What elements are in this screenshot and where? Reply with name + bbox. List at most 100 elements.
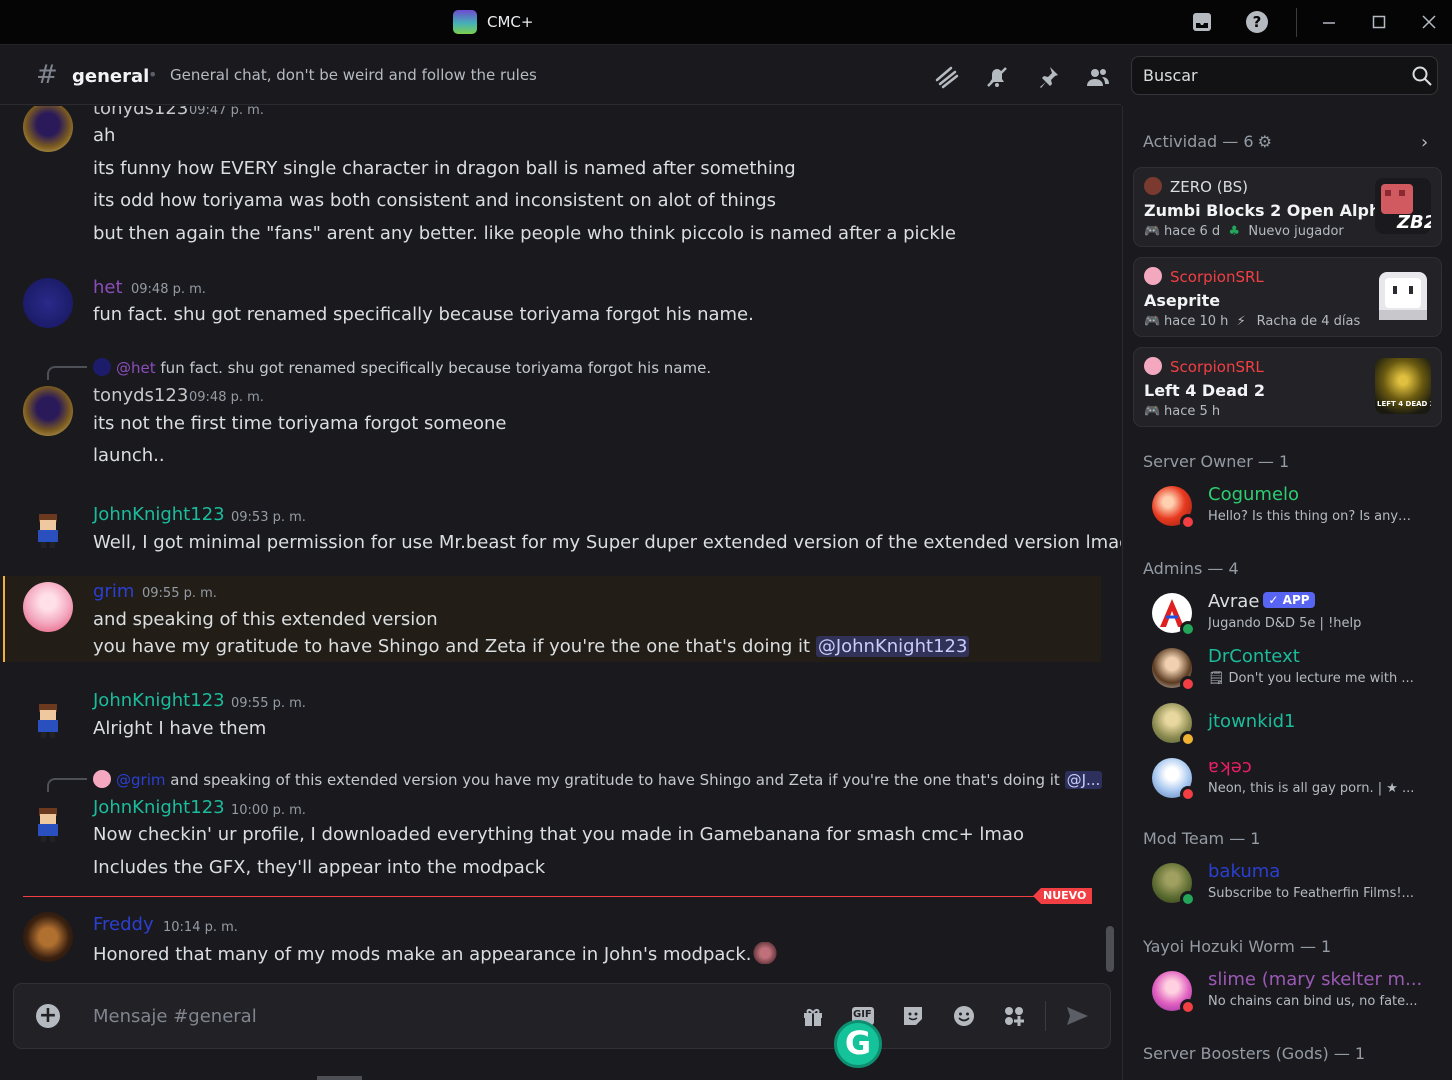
- message-text: its odd how toriyama was both consistent…: [93, 190, 777, 211]
- user-mention[interactable]: @JohnKnight123: [815, 636, 970, 657]
- sticker-icon[interactable]: [899, 1002, 927, 1030]
- search-input[interactable]: [1132, 57, 1402, 94]
- member-sidebar: Actividad — 6 ⚙ › ZERO (BS) Zumbi Blocks …: [1122, 106, 1452, 1080]
- member-item[interactable]: Avrae ✓ APP Jugando D&D 5e | !help: [1133, 587, 1443, 639]
- message-author[interactable]: tonyds123: [93, 106, 188, 119]
- reply-preview[interactable]: @grim and speaking of this extended vers…: [93, 770, 1103, 789]
- message-text: launch..: [93, 445, 165, 466]
- member-item[interactable]: bakuma Subscribe to Featherfin Films!...: [1133, 857, 1443, 909]
- message-author[interactable]: het: [93, 277, 123, 298]
- activity-user[interactable]: ScorpionSRL: [1144, 267, 1264, 286]
- message-text: Now checkin' ur profile, I downloaded ev…: [93, 824, 1024, 845]
- activity-card[interactable]: ScorpionSRL Left 4 Dead 2 🎮 hace 5 h LEFT…: [1133, 347, 1442, 427]
- chevron-right-icon[interactable]: ›: [1421, 132, 1428, 153]
- app-logo-icon: [453, 10, 477, 34]
- avatar[interactable]: [23, 278, 73, 328]
- message-timestamp: 09:55 p. m.: [231, 696, 306, 711]
- send-icon[interactable]: [1063, 1002, 1091, 1030]
- activity-time: hace 6 d: [1164, 224, 1221, 239]
- new-messages-divider: [23, 896, 1083, 897]
- search-icon[interactable]: [1412, 66, 1432, 86]
- game-thumbnail-label: ZB2: [1397, 212, 1431, 233]
- gear-icon[interactable]: ⚙: [1258, 132, 1272, 151]
- reply-mention[interactable]: @J...: [1064, 771, 1103, 789]
- dnd-status-icon: [1180, 999, 1196, 1015]
- minimize-icon[interactable]: [1316, 9, 1342, 35]
- game-thumbnail: ZB2: [1375, 178, 1431, 234]
- message-text: but then again the "fans" arent any bett…: [93, 223, 956, 244]
- activity-card[interactable]: ScorpionSRL Aseprite 🎮 hace 10 h ⚡ Racha d…: [1133, 257, 1442, 337]
- avatar[interactable]: [23, 106, 73, 152]
- avatar[interactable]: [23, 798, 73, 848]
- message-author[interactable]: JohnKnight123: [93, 504, 225, 525]
- member-name: Avrae ✓ APP: [1208, 591, 1315, 612]
- message-author[interactable]: Freddy: [93, 914, 154, 935]
- activity-user[interactable]: ZERO (BS): [1144, 177, 1248, 196]
- member-name: jtownkid1: [1208, 711, 1296, 732]
- role-header: Admins — 4: [1143, 559, 1239, 578]
- emoji-icon[interactable]: [950, 1002, 978, 1030]
- activity-time: hace 10 h: [1164, 314, 1229, 329]
- reply-preview[interactable]: @het fun fact. shu got renamed specifica…: [93, 358, 711, 377]
- online-status-icon: [1180, 621, 1196, 637]
- message-text-part: you have my gratitude to have Shingo and…: [93, 636, 811, 657]
- inbox-icon[interactable]: [1189, 9, 1215, 35]
- pinned-messages-icon[interactable]: [1035, 64, 1061, 90]
- message-text: Includes the GFX, they'll appear into th…: [93, 857, 546, 878]
- reply-author[interactable]: @grim: [116, 771, 165, 789]
- new-player-icon: ♣: [1228, 224, 1241, 239]
- reply-author[interactable]: @het: [116, 359, 156, 377]
- search-box[interactable]: [1131, 56, 1438, 95]
- threads-icon[interactable]: [934, 64, 960, 90]
- app-badge: ✓ APP: [1263, 592, 1315, 608]
- message-author[interactable]: JohnKnight123: [93, 797, 225, 818]
- avatar[interactable]: [23, 582, 73, 632]
- member-item[interactable]: DrContext 🗒 Don't you lecture me with ...: [1133, 642, 1443, 694]
- notification-muted-icon[interactable]: [984, 64, 1010, 90]
- gift-icon[interactable]: [799, 1002, 827, 1030]
- message-timestamp: 09:48 p. m.: [189, 390, 264, 405]
- maximize-icon[interactable]: [1366, 9, 1392, 35]
- channel-topic[interactable]: General chat, don't be weird and follow …: [170, 66, 537, 84]
- activity-header[interactable]: Actividad — 6 ⚙: [1143, 132, 1272, 151]
- avatar[interactable]: [23, 504, 73, 554]
- attach-plus-button[interactable]: +: [36, 1004, 60, 1028]
- member-item[interactable]: Cogumelo Hello? Is this thing on? Is any…: [1133, 480, 1443, 532]
- title-bar: CMC+ ?: [0, 0, 1452, 45]
- activity-card[interactable]: ZERO (BS) Zumbi Blocks 2 Open Alpha 🎮 hac…: [1133, 167, 1442, 247]
- member-item[interactable]: jtownkid1: [1133, 697, 1443, 749]
- activity-time: hace 5 h: [1164, 404, 1221, 419]
- member-item[interactable]: slime (mary skelter m... No chains can b…: [1133, 965, 1443, 1017]
- discord-window: CMC+ ? # general • General chat, don't b…: [0, 0, 1452, 1080]
- message-text: Well, I got minimal permission for use M…: [93, 532, 1121, 553]
- avatar[interactable]: [23, 694, 73, 744]
- message-scrollbar[interactable]: [1106, 926, 1114, 972]
- apps-icon[interactable]: [1000, 1002, 1028, 1030]
- member-status-text-value: Don't you lecture me with ...: [1228, 671, 1414, 686]
- composer-divider: [1045, 1001, 1046, 1031]
- close-icon[interactable]: [1416, 9, 1442, 35]
- activity-user[interactable]: ScorpionSRL: [1144, 357, 1264, 376]
- avatar[interactable]: [23, 386, 73, 436]
- message-author[interactable]: JohnKnight123: [93, 690, 225, 711]
- message-author[interactable]: tonyds123: [93, 385, 188, 406]
- online-status-icon: [1180, 891, 1196, 907]
- dnd-status-icon: [1180, 786, 1196, 802]
- member-item[interactable]: ɐʞǝɔ Neon, this is all gay porn. | ★ ...: [1133, 752, 1443, 804]
- activity-user-name: ScorpionSRL: [1170, 358, 1264, 376]
- message-timestamp: 10:00 p. m.: [231, 803, 306, 818]
- new-messages-badge: NUEVO: [1033, 888, 1093, 904]
- message-input[interactable]: [93, 1003, 753, 1029]
- status-emoji-icon: 🗒: [1208, 671, 1225, 686]
- grammarly-icon[interactable]: G: [834, 1020, 882, 1068]
- custom-emoji[interactable]: [753, 942, 778, 964]
- member-status-text: Subscribe to Featherfin Films!...: [1208, 886, 1414, 901]
- message-author[interactable]: grim: [93, 581, 134, 602]
- activity-meta: 🎮 hace 10 h ⚡ Racha de 4 días: [1144, 314, 1360, 329]
- avatar[interactable]: [23, 912, 73, 962]
- activity-extra: Racha de 4 días: [1256, 314, 1361, 329]
- member-list-icon[interactable]: [1085, 64, 1111, 90]
- help-icon[interactable]: ?: [1244, 9, 1270, 35]
- svg-text:?: ?: [1253, 13, 1262, 31]
- member-status-text: 🗒 Don't you lecture me with ...: [1208, 671, 1414, 686]
